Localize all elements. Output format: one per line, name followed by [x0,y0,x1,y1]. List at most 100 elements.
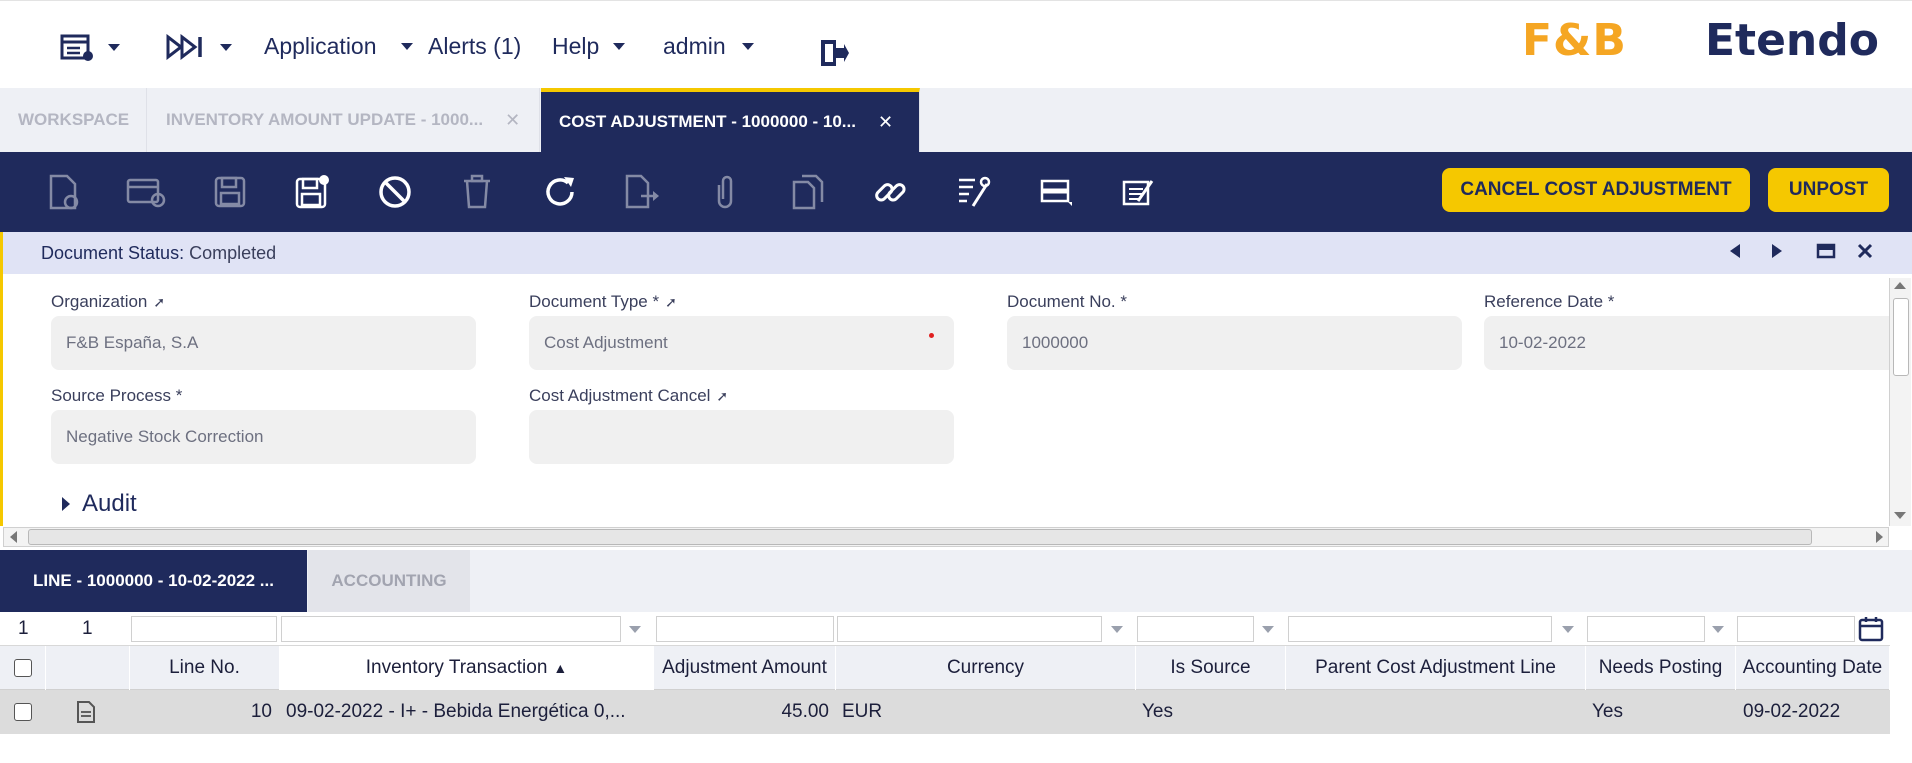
pin-icon[interactable]: ➚ [665,294,677,310]
cell-is-source: Yes [1142,701,1173,722]
menu-help[interactable]: Help [552,29,626,63]
filter-parent-line[interactable] [1288,616,1552,642]
tab-line[interactable]: LINE - 1000000 - 10-02-2022 ... [0,550,307,612]
attachment-icon[interactable] [703,170,747,214]
source-process-field[interactable]: Negative Stock Correction [51,410,476,464]
calendar-icon[interactable] [1858,616,1884,647]
cancel-cost-adjustment-button[interactable]: CANCEL COST ADJUSTMENT [1442,168,1750,212]
filter-inventory-transaction[interactable] [281,616,621,642]
total-count: 1 [82,618,93,639]
column-inventory-transaction[interactable]: Inventory Transaction ▲ [280,646,654,690]
cell-line-no: 10 [250,701,272,722]
unpost-button[interactable]: UNPOST [1768,168,1889,212]
tab-inventory-amount-update[interactable]: INVENTORY AMOUNT UPDATE - 1000... ✕ [148,88,540,152]
selected-count: 1 [18,618,29,639]
form-vertical-scrollbar[interactable] [1889,278,1911,526]
filter-row: 1 1 [0,612,1890,646]
save-icon[interactable] [208,170,252,214]
column-currency[interactable]: Currency [836,646,1136,690]
table-row[interactable]: 10 09-02-2022 - I+ - Bebida Energética 0… [0,690,1890,734]
chevron-down-icon[interactable] [1262,626,1274,633]
notes-icon[interactable] [1116,170,1160,214]
scroll-right-icon[interactable] [1876,531,1883,543]
document-type-label: Document Type * ➚ [529,292,677,311]
filter-currency[interactable] [837,616,1102,642]
document-no-field[interactable]: 1000000 [1007,316,1462,370]
pin-icon[interactable]: ➚ [153,294,165,310]
pin-icon[interactable]: ➚ [716,388,728,404]
save-close-icon[interactable] [290,170,334,214]
column-needs-posting[interactable]: Needs Posting [1586,646,1736,690]
close-icon[interactable] [1856,242,1874,266]
document-icon[interactable] [76,690,96,734]
close-icon[interactable]: ✕ [878,112,893,133]
column-parent-cost-adjustment-line[interactable]: Parent Cost Adjustment Line [1286,646,1586,690]
chevron-down-icon[interactable] [1562,626,1574,633]
new-menu-icon[interactable] [60,31,120,63]
cost-adjustment-cancel-field[interactable] [529,410,954,464]
scroll-up-icon[interactable] [1894,282,1906,289]
cell-currency: EUR [842,701,883,722]
column-accounting-date[interactable]: Accounting Date [1736,646,1890,690]
logout-icon[interactable] [818,37,850,74]
scroll-thumb[interactable] [1893,298,1909,376]
menu-user[interactable]: admin [663,29,754,63]
filter-adjustment-amount[interactable] [656,616,834,642]
row-checkbox[interactable] [14,690,32,734]
column-line-no[interactable]: Line No. [130,646,280,690]
close-icon[interactable]: ✕ [505,110,520,131]
sort-ascending-icon[interactable]: ▲ [553,660,567,676]
organization-label: Organization ➚ [51,292,166,311]
new-document-icon[interactable] [42,170,86,214]
column-is-source[interactable]: Is Source [1136,646,1286,690]
cell-adjustment-amount: 45.00 [781,701,829,722]
cell-needs-posting: Yes [1592,701,1623,722]
document-status-bar: Document Status: Completed [0,232,1912,274]
clone-icon[interactable] [786,170,830,214]
previous-record-icon[interactable] [1728,242,1742,266]
next-record-icon[interactable] [1770,242,1784,266]
reference-date-field[interactable]: 10-02-2022 [1484,316,1889,370]
menu-alerts[interactable]: Alerts (1) [428,29,521,63]
document-type-field[interactable]: Cost Adjustment [529,316,954,370]
column-icon-header [46,646,130,690]
scroll-down-icon[interactable] [1894,512,1906,519]
chevron-down-icon[interactable] [629,626,641,633]
document-no-label: Document No. * [1007,292,1127,311]
status-label: Document Status: [41,242,185,263]
audit-section-toggle[interactable]: Audit [62,490,137,518]
header-form: Organization ➚ F&B España, S.A Document T… [0,274,1890,526]
refresh-icon[interactable] [538,170,582,214]
organization-field[interactable]: F&B España, S.A [51,316,476,370]
filter-needs-posting[interactable] [1587,616,1705,642]
quick-launch-icon[interactable] [166,31,236,63]
lines-grid: 1 1 Line No. Inventory Transaction ▲ Adj… [0,612,1912,763]
grid-form-toggle-icon[interactable] [1034,170,1078,214]
filter-accounting-date[interactable] [1737,616,1855,642]
tab-cost-adjustment[interactable]: COST ADJUSTMENT - 1000000 - 10... ✕ [541,88,920,152]
filter-is-source[interactable] [1137,616,1254,642]
export-icon[interactable] [620,170,664,214]
chevron-down-icon[interactable] [1712,626,1724,633]
scroll-thumb[interactable] [28,529,1812,545]
expand-arrow-icon [62,497,70,511]
tab-accounting[interactable]: ACCOUNTING [308,550,470,612]
fb-logo: F&B [1522,15,1627,66]
scroll-left-icon[interactable] [10,531,17,543]
link-icon[interactable] [868,170,912,214]
tab-workspace[interactable]: WORKSPACE [0,88,147,152]
maximize-icon[interactable] [1816,242,1836,266]
header-row: Line No. Inventory Transaction ▲ Adjustm… [0,646,1890,690]
chevron-down-icon[interactable] [1111,626,1123,633]
cost-adjustment-cancel-label: Cost Adjustment Cancel ➚ [529,386,729,405]
column-adjustment-amount[interactable]: Adjustment Amount [654,646,836,690]
select-all-checkbox[interactable] [0,646,46,690]
cancel-changes-icon[interactable] [373,170,417,214]
filter-line-no[interactable] [131,616,277,642]
reference-date-label: Reference Date * [1484,292,1615,311]
menu-application[interactable]: Application [264,29,413,63]
tools-icon[interactable] [951,170,995,214]
new-row-icon[interactable] [124,170,168,214]
delete-icon[interactable] [455,170,499,214]
form-horizontal-scrollbar[interactable] [3,527,1889,547]
